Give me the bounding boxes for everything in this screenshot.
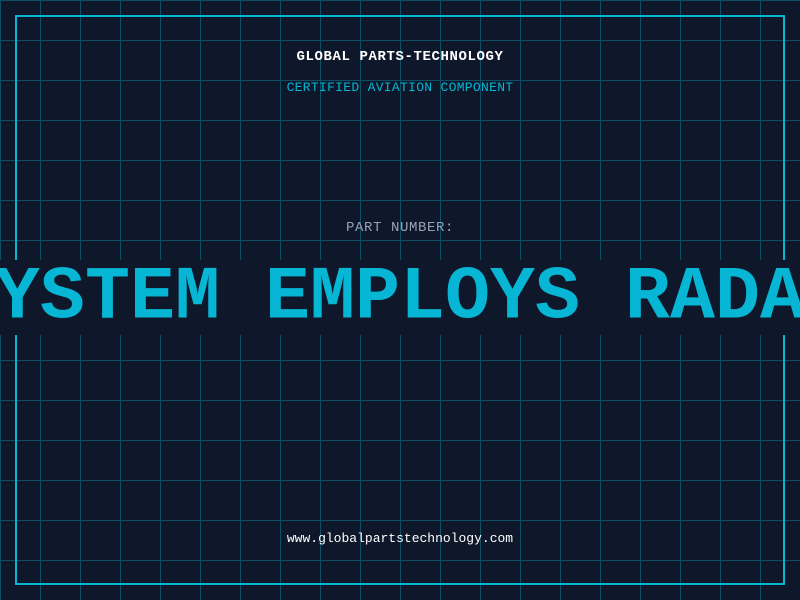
certification-subtitle: CERTIFIED AVIATION COMPONENT — [286, 80, 514, 95]
company-title: GLOBAL PARTS-TECHNOLOGY — [296, 49, 504, 65]
part-number-value: SYSTEM EMPLOYS RADAR — [0, 260, 800, 335]
website-url: www.globalpartstechnology.com — [286, 531, 514, 546]
part-number-banner: SYSTEM EMPLOYS RADAR — [0, 260, 800, 335]
part-number-label: PART NUMBER: — [345, 220, 455, 236]
